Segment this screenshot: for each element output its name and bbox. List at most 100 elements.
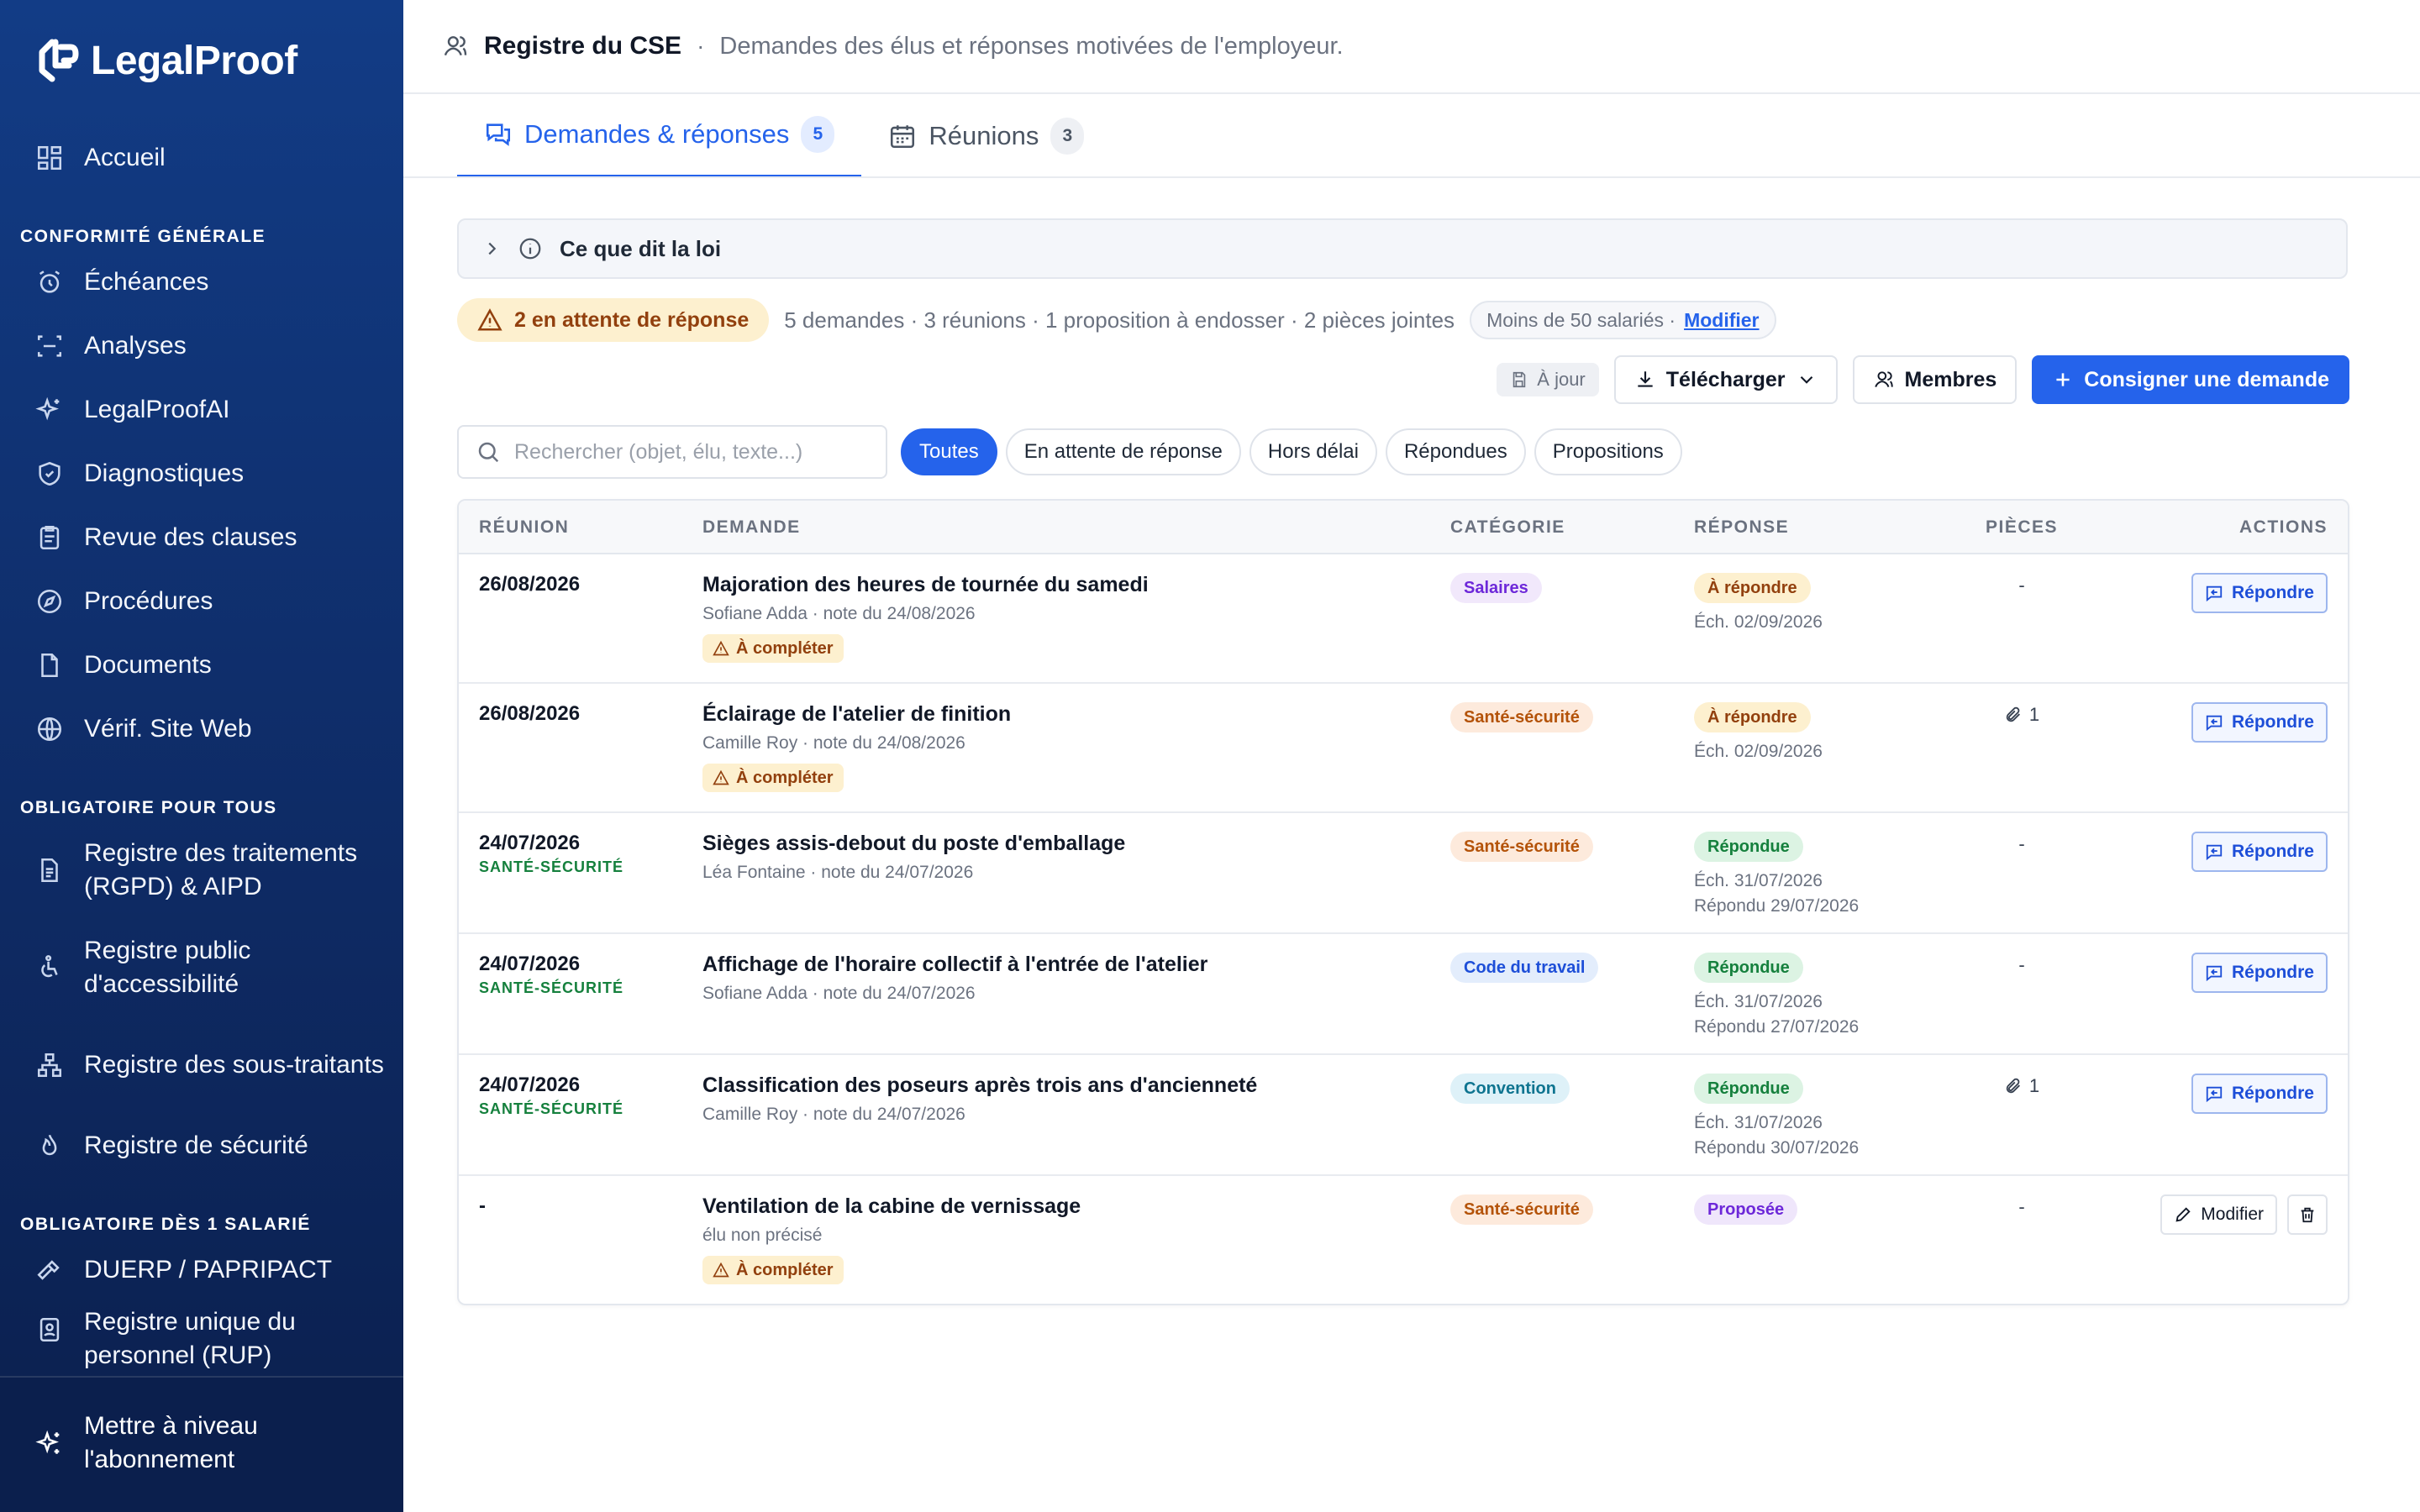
hammer-icon xyxy=(35,1256,64,1284)
reply-button[interactable]: Répondre xyxy=(2191,702,2328,743)
column-header-request[interactable]: DEMANDE xyxy=(702,501,801,554)
sidebar-item-website-check[interactable]: Vérif. Site Web xyxy=(0,697,403,761)
incomplete-badge: À compléter xyxy=(702,634,844,663)
file-list-icon xyxy=(35,856,64,885)
pending-badge[interactable]: 2 en attente de réponse xyxy=(457,298,770,342)
sidebar-item-subcontractors-register[interactable]: Registre des sous-traitants xyxy=(0,1016,403,1114)
sidebar-item-label: Registre des sous-traitants xyxy=(84,1051,384,1079)
request-title[interactable]: Sièges assis-debout du poste d'emballage xyxy=(702,832,1125,856)
response-status-badge: Répondue xyxy=(1694,832,1803,862)
filter-pending[interactable]: En attente de réponse xyxy=(1005,428,1241,475)
sidebar-item-legalproofai[interactable]: LegalProofAI xyxy=(0,378,403,442)
sidebar-item-home[interactable]: Accueil xyxy=(0,126,403,190)
request-meta: Camille Roy · note du 24/07/2026 xyxy=(702,1105,965,1124)
reply-button[interactable]: Répondre xyxy=(2191,832,2328,872)
record-request-button[interactable]: Consigner une demande xyxy=(2032,355,2349,404)
compass-icon xyxy=(35,587,64,616)
column-header-pieces[interactable]: PIÈCES xyxy=(1963,501,2081,554)
table-row[interactable]: 24/07/2026 SANTÉ-SÉCURITÉ Classification d… xyxy=(459,1055,2348,1176)
reply-label: Répondre xyxy=(2231,963,2314,982)
download-button[interactable]: Télécharger xyxy=(1613,355,1838,404)
law-accordion[interactable]: Ce que dit la loi xyxy=(457,218,2348,279)
request-cell: Sièges assis-debout du poste d'emballage… xyxy=(702,832,1125,883)
response-cell: À répondre Éch. 02/09/2026 xyxy=(1694,702,1823,764)
table-row[interactable]: 26/08/2026 Majoration des heures de tourn… xyxy=(459,554,2348,684)
request-title[interactable]: Majoration des heures de tournée du same… xyxy=(702,573,1149,597)
sidebar-section-title: OBLIGATOIRE DÈS 1 SALARIÉ xyxy=(20,1215,311,1234)
members-button[interactable]: Membres xyxy=(1852,355,2018,404)
toolbar: À jour Télécharger Membres Consigner une… xyxy=(1497,355,2349,404)
request-cell: Ventilation de la cabine de vernissage él… xyxy=(702,1194,1081,1284)
actions-cell: Répondre xyxy=(2191,953,2328,993)
tab-bar: Demandes & réponses 5 Réunions 3 xyxy=(457,94,1111,178)
paperclip-icon xyxy=(2006,1078,2020,1094)
sidebar-item-label: Procédures xyxy=(84,587,213,615)
search-box xyxy=(457,425,887,479)
sidebar-item-diagnostics[interactable]: Diagnostiques xyxy=(0,442,403,506)
filter-bar: Toutes En attente de réponse Hors délai … xyxy=(457,425,1682,479)
request-meta: Léa Fontaine · note du 24/07/2026 xyxy=(702,863,974,882)
pieces-cell: - xyxy=(1963,1196,2081,1218)
reply-button[interactable]: Répondre xyxy=(2191,1074,2328,1114)
law-accordion-label: Ce que dit la loi xyxy=(560,235,722,261)
sidebar-item-processing-register[interactable]: Registre des traitements (RGPD) & AIPD xyxy=(0,822,403,919)
table-body: 26/08/2026 Majoration des heures de tourn… xyxy=(459,554,2348,1304)
globe-icon xyxy=(35,715,64,743)
sidebar-item-clause-review[interactable]: Revue des clauses xyxy=(0,506,403,570)
file-icon xyxy=(35,651,64,680)
sidebar-item-duerp[interactable]: DUERP / PAPRIPACT xyxy=(0,1238,403,1302)
table-row[interactable]: 26/08/2026 Éclairage de l'atelier de fini… xyxy=(459,684,2348,813)
delete-button[interactable] xyxy=(2287,1194,2328,1235)
meeting-cell: - xyxy=(479,1194,486,1218)
reply-button[interactable]: Répondre xyxy=(2191,573,2328,613)
category-cell: Convention xyxy=(1450,1074,1570,1104)
meeting-cell: 26/08/2026 xyxy=(479,702,580,726)
modify-size-link[interactable]: Modifier xyxy=(1684,309,1759,332)
sidebar-item-label: Revue des clauses xyxy=(84,523,297,551)
sidebar-nav: Accueil CONFORMITÉ GÉNÉRALE Échéances An… xyxy=(0,126,403,1369)
sidebar-item-deadlines[interactable]: Échéances xyxy=(0,250,403,314)
filter-all[interactable]: Toutes xyxy=(901,428,997,475)
sidebar-section-title: OBLIGATOIRE POUR TOUS xyxy=(20,798,277,817)
upgrade-subscription-link[interactable]: Mettre à niveau l'abonnement xyxy=(0,1378,403,1477)
pieces-cell[interactable]: 1 xyxy=(1963,1075,2081,1097)
request-title[interactable]: Affichage de l'horaire collectif à l'ent… xyxy=(702,953,1207,977)
response-cell: À répondre Éch. 02/09/2026 xyxy=(1694,573,1823,635)
tab-meetings[interactable]: Réunions 3 xyxy=(861,94,1111,178)
sidebar-item-accessibility-register[interactable]: Registre public d'accessibilité xyxy=(0,919,403,1016)
table-row[interactable]: 24/07/2026 SANTÉ-SÉCURITÉ Sièges assis-deb… xyxy=(459,813,2348,934)
sidebar-item-analyses[interactable]: Analyses xyxy=(0,314,403,378)
request-title[interactable]: Éclairage de l'atelier de finition xyxy=(702,702,1011,727)
sidebar-item-security-register[interactable]: Registre de sécurité xyxy=(0,1114,403,1178)
modify-button[interactable]: Modifier xyxy=(2160,1194,2277,1235)
meeting-date: 26/08/2026 xyxy=(479,573,581,596)
sidebar-item-documents[interactable]: Documents xyxy=(0,633,403,697)
category-badge: Salaires xyxy=(1450,573,1542,603)
filter-overdue[interactable]: Hors délai xyxy=(1249,428,1377,475)
pieces-cell[interactable]: 1 xyxy=(1963,704,2081,726)
sidebar-item-rup[interactable]: Registre unique du personnel (RUP) xyxy=(0,1302,403,1369)
table-row[interactable]: 24/07/2026 SANTÉ-SÉCURITÉ Affichage de l'h… xyxy=(459,934,2348,1055)
column-header-meeting[interactable]: RÉUNION xyxy=(479,501,569,554)
response-status-badge: Répondue xyxy=(1694,1074,1803,1104)
filter-proposals[interactable]: Propositions xyxy=(1534,428,1682,475)
table-row[interactable]: - Ventilation de la cabine de vernissage é… xyxy=(459,1176,2348,1304)
meeting-date: 24/07/2026 xyxy=(479,953,581,975)
app-logo[interactable]: LegalProof xyxy=(35,35,297,86)
sidebar-item-procedures[interactable]: Procédures xyxy=(0,570,403,633)
column-header-category[interactable]: CATÉGORIE xyxy=(1450,501,1565,554)
reply-button[interactable]: Répondre xyxy=(2191,953,2328,993)
search-input[interactable] xyxy=(514,439,867,465)
meeting-cell: 24/07/2026 SANTÉ-SÉCURITÉ xyxy=(479,953,623,997)
sidebar-footer: Mettre à niveau l'abonnement xyxy=(0,1376,403,1512)
meeting-cell: 26/08/2026 xyxy=(479,573,580,596)
sidebar-item-label: Registre public d'accessibilité xyxy=(84,937,251,998)
due-date: Éch. 02/09/2026 xyxy=(1694,742,1823,761)
filter-answered[interactable]: Répondues xyxy=(1385,428,1526,475)
incomplete-badge: À compléter xyxy=(702,764,844,792)
column-header-response[interactable]: RÉPONSE xyxy=(1694,501,1789,554)
request-title[interactable]: Ventilation de la cabine de vernissage xyxy=(702,1194,1081,1219)
request-title[interactable]: Classification des poseurs après trois a… xyxy=(702,1074,1257,1098)
tab-requests[interactable]: Demandes & réponses 5 xyxy=(457,94,862,178)
category-cell: Santé-sécurité xyxy=(1450,832,1593,862)
